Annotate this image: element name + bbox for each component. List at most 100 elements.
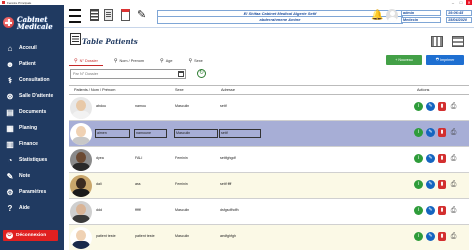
table-row[interactable]: dyea FALI Feminin setifghgdf i ✎ ▮ ⎙ (69, 147, 469, 173)
bell-icon[interactable]: 🔔 (371, 10, 383, 21)
info-icon[interactable]: i (414, 128, 423, 137)
sidebar-item-documents[interactable]: ▤ Documents (0, 104, 64, 120)
main-panel: Table Patients ⚲ N° Dossier ⚲ Nom / Prenom ⚲… (64, 27, 474, 250)
new-patient-button[interactable]: + Nouveau (386, 55, 422, 65)
delete-icon[interactable]: ▮ (438, 232, 446, 241)
tab-0[interactable]: ⚲ N° Dossier (69, 56, 103, 66)
info-icon[interactable]: i (414, 232, 423, 241)
tab-label: Age (165, 59, 173, 63)
edit-icon[interactable]: ✎ (137, 9, 147, 21)
cell-adresse: setifghgdf (220, 156, 236, 160)
user-name: admin (401, 10, 441, 16)
sidebar-item-param-tres[interactable]: ⚙ Paramètres (0, 184, 64, 200)
cell-prenom: namou (135, 104, 146, 108)
tab-2[interactable]: ⚲ Age (155, 56, 177, 66)
cell-sexe: Feminin (175, 182, 188, 186)
current-date: 15/04/2020 (446, 17, 472, 23)
top-header: ✎ El Shifaa Cabinet Medical Algerie Seti… (64, 5, 474, 27)
refresh-icon[interactable]: ↻ (197, 69, 206, 78)
edit-icon[interactable]: ✎ (426, 206, 435, 215)
patient-photo (70, 123, 92, 145)
print-icon[interactable]: ⎙ (449, 206, 458, 215)
tab-label: Nom / Prenom (119, 59, 145, 63)
row-actions: i ✎ ▮ ⎙ (414, 232, 458, 241)
patient-photo (70, 175, 92, 197)
table-row[interactable]: abdou namou Masculin setif i ✎ ▮ ⎙ (69, 95, 469, 121)
cell-prenom: namoune (134, 129, 167, 138)
cell-adresse: aedfghfgh (220, 234, 236, 238)
edit-icon[interactable]: ✎ (426, 180, 435, 189)
search-icon: ⚲ (113, 58, 118, 64)
table-row[interactable]: patient teste patient teste Masculin aed… (69, 225, 469, 250)
row-actions: i ✎ ▮ ⎙ (414, 128, 458, 137)
sidebar-item-aide[interactable]: ? Aide (0, 200, 64, 216)
table-header: Patients / Nom / Prénom Sexe Adresse Act… (69, 85, 469, 95)
cell-nom: aimen (95, 129, 130, 138)
edit-icon[interactable]: ✎ (426, 154, 435, 163)
info-icon[interactable]: i (414, 102, 423, 111)
info-icon[interactable]: i (414, 154, 423, 163)
notes-icon[interactable] (104, 9, 113, 21)
sidebar-item-finance[interactable]: ▥ Finance (0, 136, 64, 152)
new-button-label: Nouveau (398, 58, 413, 62)
delete-icon[interactable]: ▮ (438, 128, 446, 137)
menu-toggle-icon[interactable] (69, 9, 81, 23)
sidebar-item-note[interactable]: ✎ Note (0, 168, 64, 184)
patient-photo (70, 97, 92, 119)
info-icon[interactable]: i (414, 206, 423, 215)
search-icon: ⚲ (188, 58, 193, 64)
logo-line-2: Medicale (17, 21, 53, 31)
sidebar-item-salle-d-attente[interactable]: ⊛ Salle D'attente (0, 88, 64, 104)
table-row[interactable]: aimen namoune Masculin setif i ✎ ▮ ⎙ (69, 121, 469, 147)
print-icon[interactable]: ⎙ (449, 154, 458, 163)
edit-icon[interactable]: ✎ (426, 232, 435, 241)
sidebar-item-acceuil[interactable]: ⌂ Acceuil (0, 40, 64, 56)
cell-sexe: Masculin (175, 208, 190, 212)
current-time: 19:06:45 (446, 10, 472, 16)
print-icon[interactable]: ⎙ (449, 128, 458, 137)
print-icon[interactable]: ⎙ (449, 180, 458, 189)
cell-sexe: Masculin (175, 234, 190, 238)
sidebar-item-consultation[interactable]: ⚕ Consultation (0, 72, 64, 88)
calendar-picker-icon[interactable] (178, 71, 184, 77)
print-icon[interactable]: ⎙ (449, 232, 458, 241)
delete-icon[interactable]: ▮ (438, 206, 446, 215)
sidebar-item-label: Note (19, 173, 31, 179)
edit-icon[interactable]: ✎ (426, 102, 435, 111)
sidebar-item-label: Finance (19, 141, 38, 147)
table-row[interactable]: dali ass Feminin setif ffff i ✎ ▮ ⎙ (69, 173, 469, 199)
list-icon[interactable] (90, 9, 99, 21)
cell-adresse: setif (219, 129, 261, 138)
user-role: Medecin (401, 17, 441, 23)
calendar-icon[interactable] (121, 9, 130, 21)
tab-1[interactable]: ⚲ Nom / Prenom (109, 56, 149, 66)
edit-icon[interactable]: ✎ (426, 128, 435, 137)
list-view-icon[interactable] (452, 36, 464, 47)
cell-prenom: ffffff (135, 208, 141, 212)
delete-icon[interactable]: ▮ (438, 180, 446, 189)
tab-3[interactable]: ⚲ Sexe (183, 56, 207, 66)
logout-button[interactable]: ⏻ Déconnexion (3, 230, 58, 241)
sidebar-item-patient[interactable]: ☻ Patient (0, 56, 64, 72)
info-icon[interactable]: i (414, 180, 423, 189)
cell-prenom: patient teste (135, 234, 155, 238)
delete-icon[interactable]: ▮ (438, 102, 446, 111)
table-row[interactable]: ddd ffffff Masculin dsfgsdfhdfh i ✎ ▮ ⎙ (69, 199, 469, 225)
patients-table: abdou namou Masculin setif i ✎ ▮ ⎙ aimen… (69, 95, 469, 250)
filter-input[interactable] (70, 69, 186, 79)
cell-sexe: Masculin (174, 129, 218, 138)
print-button[interactable]: 🖶 Imprimer (426, 55, 464, 65)
user-avatar (386, 9, 398, 22)
table-icon (70, 33, 81, 45)
settings-icon: ⚙ (6, 187, 14, 197)
grid-view-icon[interactable] (431, 36, 443, 47)
medical-cross-icon (3, 17, 14, 28)
delete-icon[interactable]: ▮ (438, 154, 446, 163)
page-title: Table Patients (82, 37, 138, 46)
sidebar-item-label: Patient (19, 61, 36, 67)
sidebar-item-planing[interactable]: ▦ Planing (0, 120, 64, 136)
col-actions: Actions (417, 88, 430, 92)
print-icon[interactable]: ⎙ (449, 102, 458, 111)
sidebar-item-statistiques[interactable]: ◔ Statistiques (0, 152, 64, 168)
row-actions: i ✎ ▮ ⎙ (414, 102, 458, 111)
